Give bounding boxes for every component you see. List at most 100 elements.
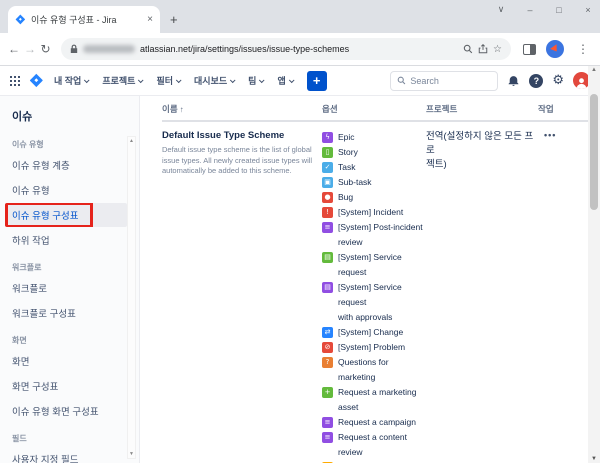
page-scrollbar[interactable]: ▲ ▼ — [588, 66, 600, 463]
column-header-projects: 프로젝트 — [426, 103, 538, 115]
issue-type-item: ? Questions for marketing — [322, 355, 426, 385]
issue-type-item: + Request a marketing asset — [322, 385, 426, 415]
chrome-menu-icon[interactable]: ⋮ — [574, 42, 592, 56]
chevron-down-icon — [138, 77, 144, 83]
request-asset-icon: + — [322, 387, 333, 398]
chevron-down-icon — [230, 77, 236, 83]
new-tab-button[interactable]: + — [170, 12, 178, 27]
notifications-bell-icon[interactable] — [507, 74, 520, 87]
sidebar-item[interactable]: 필드 — [0, 424, 139, 447]
post-incident-review-icon: ≡ — [322, 222, 333, 233]
nav-menu-item[interactable]: 프로젝트 — [100, 71, 144, 90]
reload-button[interactable]: ↻ — [40, 42, 51, 56]
incident-icon: ! — [322, 207, 333, 218]
scroll-up-icon[interactable]: ▲ — [588, 67, 600, 73]
jira-navbar: 내 작업 프로젝트 필터 대시보드 팀 앱 — [0, 66, 600, 96]
projects-cell: 전역(설정하지 않은 모든 프로 젝트) — [426, 130, 538, 463]
nav-menu-item[interactable]: 필터 — [154, 71, 182, 90]
story-icon: ▯ — [322, 147, 333, 158]
close-button[interactable]: × — [582, 5, 594, 15]
sidebar-item[interactable]: 화면 — [0, 326, 139, 349]
settings-sidebar: 이슈 이슈 유형 이슈 유형 계층 이슈 유형 이 — [0, 96, 140, 463]
sidebar-item[interactable]: 워크플로 구성표 — [5, 301, 127, 325]
sidebar-item[interactable]: 워크플로 — [5, 276, 127, 300]
sidebar-item[interactable]: 이슈 유형 화면 구성표 — [5, 399, 127, 423]
issue-type-item: ≡ Request a campaign — [322, 415, 426, 430]
chrome-profile-avatar[interactable] — [546, 40, 564, 58]
issue-type-item: ▣ Sub-task — [322, 175, 426, 190]
nav-menu-item[interactable]: 대시보드 — [192, 71, 236, 90]
sidebar-item[interactable]: 사용자 지정 필드 — [5, 447, 127, 463]
app-switcher-icon[interactable] — [10, 76, 20, 86]
bookmark-star-icon[interactable]: ☆ — [493, 44, 502, 55]
chevron-down-icon — [176, 77, 182, 83]
zoom-page-icon[interactable] — [463, 44, 473, 54]
issue-type-item: ⇄ [System] Change — [322, 325, 426, 340]
column-header-name[interactable]: 이름↑ — [162, 103, 322, 115]
issue-type-item: ϟ Epic — [322, 130, 426, 145]
request-campaign-icon: ≡ — [322, 417, 333, 428]
service-request-approvals-icon: ▤ — [322, 282, 333, 293]
forward-button[interactable]: → — [24, 42, 36, 56]
scroll-down-icon[interactable]: ▼ — [129, 451, 134, 457]
issue-type-item: ▤ [System] Service request with approval… — [322, 280, 426, 325]
issue-type-item: ▤ [System] Service request — [322, 250, 426, 280]
scheme-description: Default issue type scheme is the list of… — [162, 145, 322, 177]
chevron-down-icon — [289, 77, 295, 83]
jira-favicon-icon — [15, 14, 26, 25]
row-actions-button[interactable]: ••• — [544, 130, 556, 140]
service-request-icon: ▤ — [322, 252, 333, 263]
epic-icon: ϟ — [322, 132, 333, 143]
maximize-button[interactable]: □ — [553, 5, 565, 15]
redacted-subdomain — [83, 45, 135, 53]
scroll-down-icon[interactable]: ▼ — [588, 456, 600, 462]
settings-gear-icon[interactable]: ⚙ — [552, 74, 564, 87]
side-panel-icon[interactable] — [523, 44, 536, 55]
issue-type-item: ✓ Task — [322, 160, 426, 175]
tab-search-icon[interactable]: ∨ — [495, 4, 507, 15]
browser-tab[interactable]: 이슈 유형 구성표 - Jira × — [8, 6, 160, 33]
nav-menu-item[interactable]: 팀 — [246, 71, 265, 90]
table-header: 이름↑ 옵션 프로젝트 작업 — [162, 96, 600, 122]
scheme-name: Default Issue Type Scheme — [162, 130, 322, 141]
sidebar-item[interactable]: 이슈 유형 — [5, 178, 127, 202]
share-icon[interactable] — [478, 44, 488, 54]
browser-window: 이슈 유형 구성표 - Jira × + ∨ – □ × ← → ↻ atlas… — [0, 0, 600, 463]
sidebar-item[interactable]: 화면 구성표 — [5, 374, 127, 398]
search-icon — [397, 76, 406, 85]
sidebar-item[interactable]: 이슈 유형 계층 — [5, 153, 127, 177]
sidebar-item[interactable]: 화면 — [5, 349, 127, 373]
sidebar-item[interactable]: 워크플로 — [0, 253, 139, 276]
issue-type-item: ! [System] Incident — [322, 205, 426, 220]
help-icon[interactable]: ? — [529, 74, 543, 88]
subtask-icon: ▣ — [322, 177, 333, 188]
sidebar-scrollbar[interactable]: ▲ ▼ — [127, 136, 136, 459]
scroll-up-icon[interactable]: ▲ — [129, 138, 134, 144]
problem-icon: ⊘ — [322, 342, 333, 353]
issue-type-item: ⊘ [System] Problem — [322, 340, 426, 355]
sidebar-item[interactable]: 이슈 유형 — [0, 130, 139, 153]
change-icon: ⇄ — [322, 327, 333, 338]
issue-type-item: ● Bug — [322, 190, 426, 205]
sort-asc-icon: ↑ — [180, 105, 184, 114]
sidebar-title: 이슈 — [0, 106, 139, 130]
issue-type-item: ≡ [System] Post-incident review — [322, 220, 426, 250]
tab-close-icon[interactable]: × — [147, 14, 153, 25]
issue-type-item: ≡ Request a content review — [322, 430, 426, 460]
sidebar-item[interactable]: 이슈 유형 구성표 — [5, 203, 127, 227]
address-input[interactable]: atlassian.net/jira/settings/issues/issue… — [61, 38, 511, 60]
scrollbar-thumb[interactable] — [590, 94, 598, 210]
search-input[interactable]: Search — [390, 71, 498, 91]
nav-menu-item[interactable]: 내 작업 — [52, 71, 90, 90]
jira-logo-icon[interactable] — [29, 73, 44, 88]
minimize-button[interactable]: – — [524, 5, 536, 15]
issue-type-list: ϟ Epic ▯ Story ✓ Task — [322, 130, 426, 463]
chevron-down-icon — [259, 77, 265, 83]
tab-strip: 이슈 유형 구성표 - Jira × + ∨ – □ × — [0, 0, 600, 33]
create-button[interactable]: + — [307, 71, 327, 91]
column-header-options: 옵션 — [322, 103, 426, 115]
back-button[interactable]: ← — [8, 42, 20, 56]
tab-title: 이슈 유형 구성표 - Jira — [31, 13, 142, 26]
sidebar-item[interactable]: 하위 작업 — [5, 228, 127, 252]
nav-menu-item[interactable]: 앱 — [275, 71, 294, 90]
